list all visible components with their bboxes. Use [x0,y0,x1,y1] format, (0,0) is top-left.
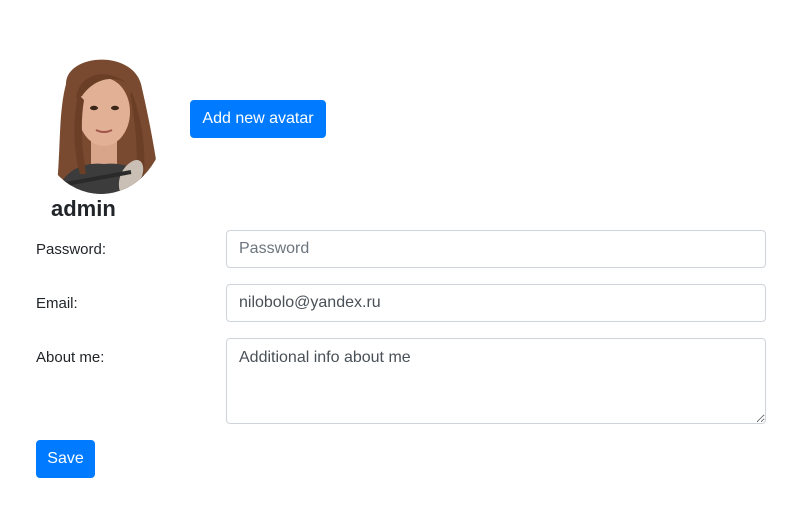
save-button[interactable]: Save [36,440,95,478]
email-label: Email: [36,295,78,312]
password-label: Password: [36,241,107,258]
email-field[interactable] [226,284,766,322]
password-field[interactable] [226,230,766,268]
about-label: About me: [36,349,105,366]
avatar-photo [36,44,166,194]
add-avatar-button[interactable]: Add new avatar [190,100,326,138]
username: admin [51,196,116,221]
profile-page: Add new avatar admin Password: Email: Ab… [0,0,786,514]
avatar [36,44,166,194]
about-textarea[interactable]: Additional info about me [226,338,766,424]
